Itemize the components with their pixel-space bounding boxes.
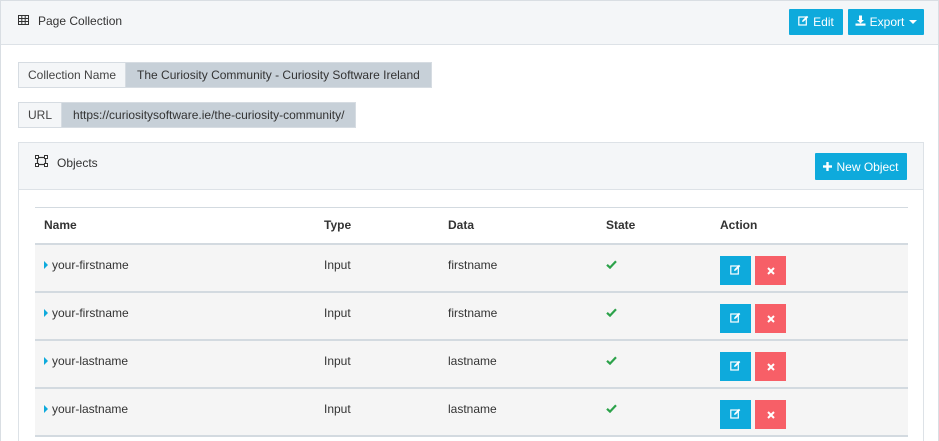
row-delete-button[interactable] <box>755 351 786 381</box>
caret-right-icon[interactable] <box>44 356 48 365</box>
edit-button[interactable]: Edit <box>789 9 843 35</box>
object-data: firstname <box>439 291 597 341</box>
edit-icon <box>798 15 813 29</box>
row-edit-button[interactable] <box>720 351 751 381</box>
caret-right-icon[interactable] <box>44 308 48 317</box>
collection-name-label: Collection Name <box>19 63 127 87</box>
close-icon <box>766 407 775 422</box>
chevron-down-icon <box>909 20 918 24</box>
close-icon <box>766 263 775 278</box>
check-icon <box>606 354 617 368</box>
panel-header: Page Collection Edit Export <box>1 1 938 45</box>
export-button-label: Export <box>869 15 905 29</box>
object-name[interactable]: your-lastname <box>52 354 128 368</box>
caret-right-icon[interactable] <box>44 260 48 269</box>
objects-header: Objects New Object <box>19 143 923 190</box>
caret-right-icon[interactable] <box>44 404 48 413</box>
panel-title: Page Collection <box>18 14 122 28</box>
row-delete-button[interactable] <box>755 303 786 333</box>
objects-title-text: Objects <box>57 155 98 170</box>
row-edit-button[interactable] <box>720 399 751 429</box>
check-icon <box>606 258 617 272</box>
column-header-action: Action <box>711 207 908 245</box>
column-header-type[interactable]: Type <box>315 207 439 245</box>
objects-table: Name Type Data State Action your-firstna… <box>35 207 908 437</box>
object-data: lastname <box>439 387 597 437</box>
row-edit-button[interactable] <box>720 303 751 333</box>
new-object-label: New Object <box>836 159 899 174</box>
object-data: firstname <box>439 243 597 293</box>
column-header-state[interactable]: State <box>597 207 711 245</box>
edit-icon <box>730 263 741 278</box>
objects-panel: Objects New Object Name Type Data State … <box>18 142 924 441</box>
column-header-data[interactable]: Data <box>439 207 597 245</box>
objects-icon <box>35 155 48 170</box>
table-row: your-lastname Input lastname <box>35 339 908 389</box>
page-title: Page Collection <box>38 14 123 28</box>
object-name[interactable]: your-firstname <box>52 258 129 272</box>
row-delete-button[interactable] <box>755 399 786 429</box>
object-type: Input <box>315 339 439 389</box>
edit-icon <box>730 311 741 326</box>
object-data: lastname <box>439 339 597 389</box>
page-collection-panel: Page Collection Edit Export Collection N… <box>0 0 939 441</box>
check-icon <box>606 306 617 320</box>
object-type: Input <box>315 243 439 293</box>
edit-button-label: Edit <box>813 15 834 29</box>
edit-icon <box>730 407 741 422</box>
close-icon <box>766 359 775 374</box>
close-icon <box>766 311 775 326</box>
table-row: your-lastname Input lastname <box>35 387 908 437</box>
row-delete-button[interactable] <box>755 255 786 285</box>
table-row: your-firstname Input firstname <box>35 291 908 341</box>
object-name[interactable]: your-firstname <box>52 306 129 320</box>
object-name[interactable]: your-lastname <box>52 402 128 416</box>
url-label: URL <box>19 103 63 127</box>
check-icon <box>606 402 617 416</box>
object-type: Input <box>315 291 439 341</box>
plus-icon <box>823 160 836 174</box>
url-field: URL https://curiositysoftware.ie/the-cur… <box>18 102 357 128</box>
table-icon <box>18 14 29 28</box>
collection-name-field: Collection Name The Curiosity Community … <box>18 62 432 88</box>
download-icon <box>855 15 870 29</box>
object-type: Input <box>315 387 439 437</box>
table-header-row: Name Type Data State Action <box>35 207 908 245</box>
export-button[interactable]: Export <box>848 9 924 35</box>
row-edit-button[interactable] <box>720 255 751 285</box>
objects-title: Objects <box>35 155 98 170</box>
new-object-button[interactable]: New Object <box>815 153 907 180</box>
edit-icon <box>730 359 741 374</box>
collection-name-value[interactable]: The Curiosity Community - Curiosity Soft… <box>126 63 431 87</box>
url-value[interactable]: https://curiositysoftware.ie/the-curiosi… <box>62 103 356 127</box>
column-header-name[interactable]: Name <box>35 207 315 245</box>
table-row: your-firstname Input firstname <box>35 243 908 293</box>
